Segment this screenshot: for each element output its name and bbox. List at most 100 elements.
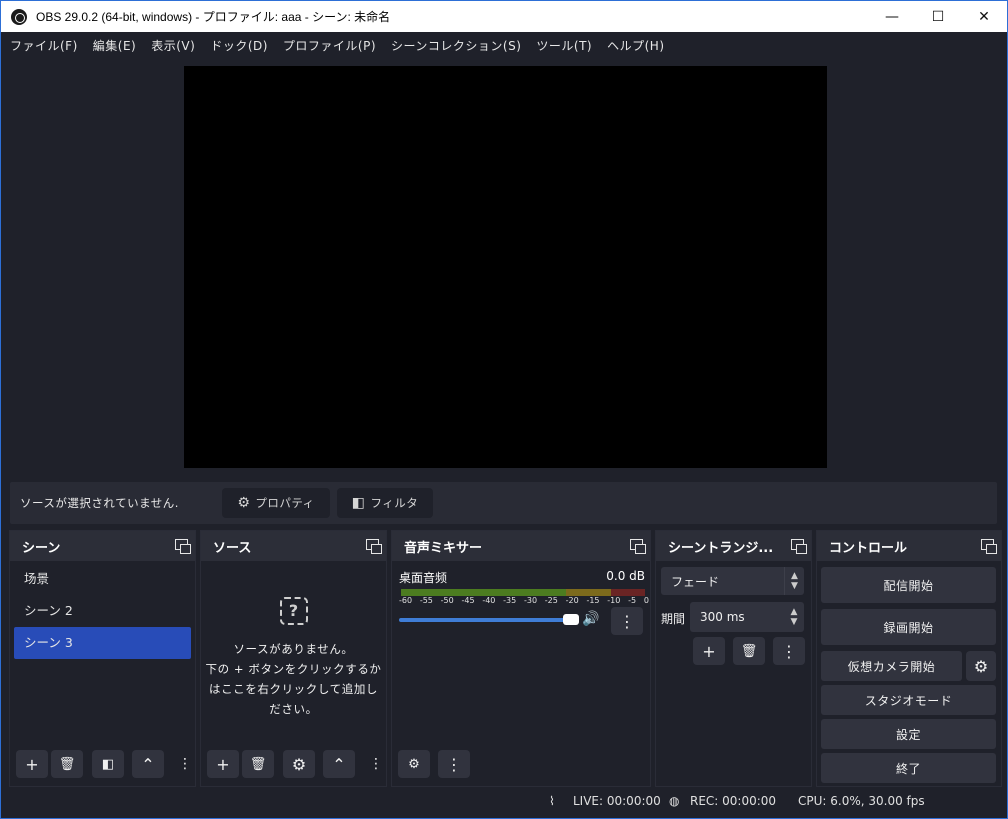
undock-icon[interactable] [366,539,382,554]
kebab-icon: ⋮ [619,611,635,631]
empty-sources-text-4: ださい。 [269,702,318,716]
exit-button[interactable]: 終了 [821,753,996,783]
close-button[interactable]: ✕ [961,1,1007,32]
duration-spinbox[interactable]: 300 ms ▲ ▼ [690,602,804,632]
mixer-menu-button[interactable]: ⋮ [438,750,470,778]
scene-item-selected[interactable]: シーン 3 [14,627,191,659]
filter-icon: ◧ [351,495,366,511]
transition-menu-button[interactable]: ⋮ [773,637,805,665]
undock-icon[interactable] [981,539,997,554]
remove-source-button[interactable]: 🗑 [242,750,274,778]
volume-slider[interactable] [399,614,579,625]
scene-item[interactable]: 场景 [14,563,191,595]
kebab-icon: ⋮ [178,756,192,772]
tick-label: -50 [440,596,454,605]
menu-profile[interactable]: プロファイル(P) [283,37,376,54]
source-toolbar: ソースが選択されていません. ⚙ プロパティ ◧ フィルタ [10,482,997,524]
remove-scene-button[interactable]: 🗑 [51,750,83,778]
sources-dock: ソース ? ソースがありません。 下の + ボタンをクリックするか はここを右ク… [200,530,387,787]
menu-edit[interactable]: 編集(E) [93,37,136,54]
mixer-channel: 桌面音频 0.0 dB [399,569,645,586]
sources-dock-header: ソース [201,531,386,561]
kebab-icon: ⋮ [369,756,383,772]
speaker-icon[interactable]: 🔊 [582,611,599,627]
menu-scene-collection[interactable]: シーンコレクション(S) [391,37,521,54]
rec-status-icon: ◍ [669,794,680,808]
menu-tools[interactable]: ツール(T) [536,37,592,54]
properties-button[interactable]: ⚙ プロパティ [222,488,330,518]
scenes-footer: + 🗑 ◧ ⌃ ⋮ [10,746,195,786]
advanced-audio-button[interactable]: ⚙ [398,750,430,778]
empty-sources-text-2: 下の + ボタンをクリックするか [205,662,382,676]
spinner-arrows-icon[interactable]: ▲ ▼ [784,602,804,632]
volume-meter [401,589,645,596]
trash-icon: 🗑 [249,756,267,772]
transition-select-value: フェード [671,574,720,589]
menu-bar: ファイル(F) 編集(E) 表示(V) ドック(D) プロファイル(P) シーン… [1,32,1007,58]
gear-icon: ⚙ [408,756,420,772]
tick-label: -35 [503,596,517,605]
empty-sources-text-3: はここを右クリックして追加し [208,682,379,696]
settings-button[interactable]: 設定 [821,719,996,749]
scene-item[interactable]: シーン 2 [14,595,191,627]
move-scene-up-button[interactable]: ⌃ [132,750,164,778]
duration-value: 300 ms [700,610,745,624]
transitions-dock: シーントランジ... フェード ▲ ▼ 期間 300 ms ▲ ▼ + 🗑 ⋮ [655,530,812,787]
window-title: OBS 29.0.2 (64-bit, windows) - プロファイル: a… [36,10,391,24]
properties-label: プロパティ [255,496,315,510]
start-streaming-button[interactable]: 配信開始 [821,567,996,603]
tick-label: -55 [419,596,433,605]
maximize-button[interactable]: ☐ [915,1,961,32]
preview-canvas[interactable] [184,66,827,468]
tick-label: 0 [643,596,649,605]
menu-docks[interactable]: ドック(D) [210,37,268,54]
sources-empty-state[interactable]: ? ソースがありません。 下の + ボタンをクリックするか はここを右クリックし… [201,593,386,719]
filters-button[interactable]: ◧ フィルタ [337,488,433,518]
rec-status: REC: 00:00:00 [690,794,777,808]
undock-icon[interactable] [175,539,191,554]
menu-help[interactable]: ヘルプ(H) [607,37,664,54]
plus-icon: + [702,641,716,661]
scene-filters-button[interactable]: ◧ [92,750,124,778]
tick-label: -25 [544,596,558,605]
filters-label: フィルタ [370,496,419,510]
window-controls: — ☐ ✕ [869,1,1007,32]
studio-mode-button[interactable]: スタジオモード [821,685,996,715]
preview-area [8,58,999,476]
mixer-footer: ⚙ ⋮ [392,746,650,786]
tick-label: -40 [482,596,496,605]
add-transition-button[interactable]: + [693,637,725,665]
remove-transition-button[interactable]: 🗑 [733,637,765,665]
gear-icon: ⚙ [237,495,251,511]
menu-file[interactable]: ファイル(F) [10,37,78,54]
channel-menu-button[interactable]: ⋮ [611,607,643,635]
status-bar: ⌇ LIVE: 00:00:00 ◍ REC: 00:00:00 CPU: 6.… [1,789,1007,815]
meter-yellow-zone [566,589,611,596]
undock-icon[interactable] [791,539,807,554]
tick-label: -5 [628,596,637,605]
obs-window: OBS 29.0.2 (64-bit, windows) - プロファイル: a… [0,0,1008,819]
menu-view[interactable]: 表示(V) [151,37,195,54]
volume-slider-thumb[interactable] [563,614,579,625]
virtual-camera-settings-button[interactable]: ⚙ [966,651,996,681]
add-scene-button[interactable]: + [16,750,48,778]
obs-logo-icon [11,8,27,25]
move-source-up-button[interactable]: ⌃ [323,750,355,778]
tick-label: -30 [523,596,538,605]
minimize-button[interactable]: — [869,1,915,32]
scenes-title: シーン [22,540,61,556]
sources-menu-button[interactable]: ⋮ [369,750,383,778]
add-source-button[interactable]: + [207,750,239,778]
question-icon: ? [279,597,308,625]
start-recording-button[interactable]: 録画開始 [821,609,996,645]
tick-label: -20 [565,596,579,605]
transition-select[interactable]: フェード ▲ ▼ [661,567,804,595]
start-virtual-camera-button[interactable]: 仮想カメラ開始 [821,651,962,681]
live-status: LIVE: 00:00:00 [573,794,661,808]
source-properties-button[interactable]: ⚙ [283,750,315,778]
undock-icon[interactable] [630,539,646,554]
duration-label: 期間 [661,612,686,626]
tick-label: -10 [607,596,621,605]
kebab-icon: ⋮ [446,754,462,774]
scenes-menu-button[interactable]: ⋮ [178,750,192,778]
